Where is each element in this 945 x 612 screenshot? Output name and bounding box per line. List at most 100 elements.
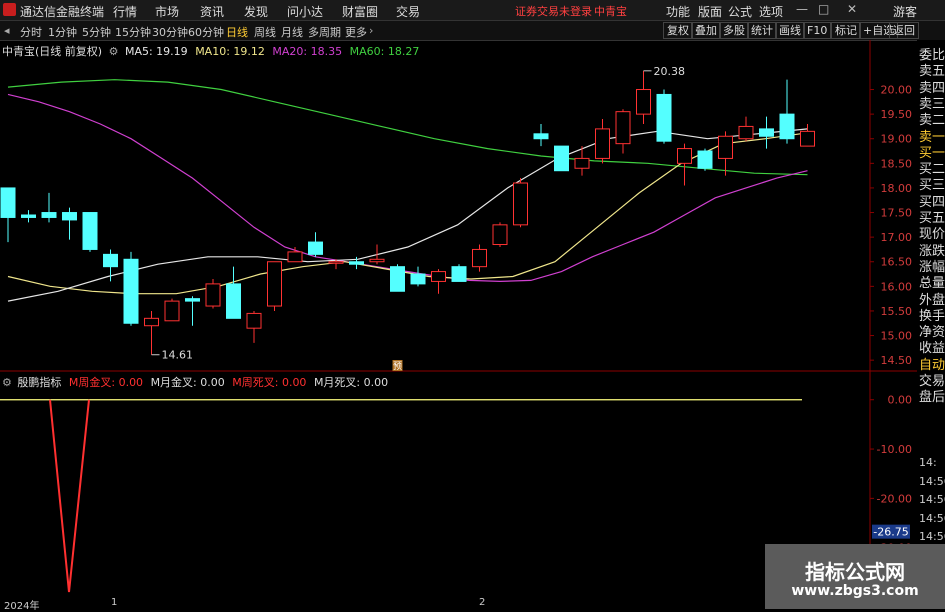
candle-body <box>800 130 815 147</box>
period-5min[interactable]: 5分钟 <box>82 24 111 40</box>
price-tick-label: 20.00 <box>881 84 913 97</box>
btn-mark[interactable]: 标记 <box>831 22 861 39</box>
menu-ask[interactable]: 问小达 <box>287 3 323 20</box>
candle-body <box>554 145 569 172</box>
indicator-name[interactable]: 殷鹏指标 <box>17 376 61 389</box>
price-tick-label: 19.00 <box>881 133 913 146</box>
login-notice[interactable]: 证券交易未登录 <box>515 3 592 19</box>
period-weekly[interactable]: 周线 <box>254 24 276 40</box>
ma20-line <box>7 93 808 283</box>
quote-side-panel: 委比 卖五 卖四 卖三 卖二 卖一 买一 买二 买三 买四 买五 现价 涨跌 涨幅 总量 外盘 换手 净资 收益 自动… <box>917 40 945 609</box>
period-1min[interactable]: 1分钟 <box>48 24 77 40</box>
chart-title: 中青宝(日线 前复权) <box>2 45 103 58</box>
candle-body <box>677 148 692 164</box>
menu-options[interactable]: 选项 <box>759 3 783 20</box>
indicator-settings-icon[interactable]: ⚙ <box>2 376 12 389</box>
candle-body <box>82 212 98 250</box>
more-chevron-icon[interactable]: › <box>369 24 373 37</box>
btn-f10[interactable]: F10 <box>803 22 832 39</box>
price-tick-label: 17.50 <box>881 207 913 220</box>
app-title: 通达信金融终端 <box>20 5 105 19</box>
period-15min[interactable]: 15分钟 <box>115 24 151 40</box>
ma10-value: MA10: 19.12 <box>195 45 265 58</box>
menu-layout[interactable]: 版面 <box>698 3 722 20</box>
candle-body <box>226 283 241 319</box>
candle-body <box>103 253 118 268</box>
menu-discover[interactable]: 发现 <box>244 3 268 20</box>
candle-body <box>41 212 57 218</box>
period-60min[interactable]: 60分钟 <box>188 24 224 40</box>
candle-body <box>533 133 549 140</box>
candle-body <box>246 312 262 329</box>
btn-adjust[interactable]: 复权 <box>663 22 693 39</box>
candle-body <box>513 182 528 226</box>
trade-time: 14:56 <box>919 530 945 543</box>
price-tick-label: 16.50 <box>881 256 913 269</box>
btn-overlay[interactable]: 叠加 <box>691 22 721 39</box>
candle-body <box>451 266 467 282</box>
candle-body <box>595 128 610 159</box>
trade-time: 14:56 <box>919 493 945 506</box>
candle-body <box>123 258 139 324</box>
candle-body <box>205 283 221 307</box>
price-tick-label: 14.50 <box>881 354 913 367</box>
btn-return[interactable]: 返回 <box>889 22 919 39</box>
price-tick-label: 18.50 <box>881 157 913 170</box>
candle-body <box>21 214 36 218</box>
settings-gear-icon[interactable]: ⚙ <box>109 45 119 58</box>
app-logo-icon <box>3 3 16 16</box>
menu-formula[interactable]: 公式 <box>728 3 752 20</box>
price-tick-label: 15.50 <box>881 305 913 318</box>
indicator-item: M周死叉: 0.00 <box>232 376 307 389</box>
guest-user[interactable]: 游客 <box>893 3 917 20</box>
candle-body <box>144 317 159 327</box>
candle-body <box>656 93 672 142</box>
btn-draw[interactable]: 画线 <box>775 22 805 39</box>
kline-chart[interactable]: 14.50 15.00 15.50 16.00 16.50 17.00 17.50 18.00… <box>0 40 917 597</box>
period-monthly[interactable]: 月线 <box>281 24 303 40</box>
candle-body <box>267 261 282 307</box>
menu-wealth[interactable]: 财富圈 <box>342 3 378 20</box>
btn-multistock[interactable]: 多股 <box>719 22 749 39</box>
period-more[interactable]: 更多 <box>345 24 367 40</box>
period-toolbar: ◂ 分时 1分钟 5分钟 15分钟 30分钟 60分钟 日线 周线 月线 多周期… <box>0 21 945 41</box>
candle-body <box>328 261 344 264</box>
menu-news[interactable]: 资讯 <box>200 3 224 20</box>
indicator-item: M月死叉: 0.00 <box>313 376 389 389</box>
menu-quotes[interactable]: 行情 <box>113 3 137 20</box>
price-tick-label: 16.00 <box>881 280 913 293</box>
period-tick[interactable]: 分时 <box>20 24 42 40</box>
ma5-value: MA5: 19.19 <box>124 45 188 58</box>
watermark-title: 指标公式网 <box>805 560 905 584</box>
quote-label[interactable]: 盘后 <box>919 386 945 405</box>
ind-tick-label: 0.00 <box>888 394 913 407</box>
ind-tick-label: -10.00 <box>877 443 912 456</box>
low-label: 14.61 <box>162 349 194 362</box>
candle-body <box>738 125 754 140</box>
menu-trade[interactable]: 交易 <box>396 3 420 20</box>
menu-function[interactable]: 功能 <box>666 3 690 20</box>
btn-stats[interactable]: 统计 <box>747 22 777 39</box>
candle-body <box>164 300 180 322</box>
period-multi[interactable]: 多周期 <box>308 24 341 40</box>
candle-body <box>62 212 77 221</box>
maximize-icon[interactable]: □ <box>818 2 829 16</box>
candle-body <box>636 89 651 115</box>
menu-market[interactable]: 市场 <box>155 3 179 20</box>
candle-body <box>369 258 385 263</box>
watermark-url: www.zbgs3.com <box>791 583 919 599</box>
indicator-item: M月金叉: 0.00 <box>150 376 225 389</box>
close-icon[interactable]: ✕ <box>847 2 857 16</box>
candle-body <box>308 241 323 255</box>
period-daily[interactable]: 日线 <box>226 24 248 40</box>
candle-body <box>390 266 405 292</box>
candle-body <box>492 224 508 246</box>
period-30min[interactable]: 30分钟 <box>152 24 188 40</box>
signal-spike <box>49 399 90 593</box>
candle-body <box>574 157 590 169</box>
toolbar-back-icon[interactable]: ◂ <box>4 24 10 37</box>
candle-body <box>759 128 774 137</box>
minimize-icon[interactable]: — <box>796 2 808 16</box>
trade-time: 14: <box>919 456 937 469</box>
price-tick-label: 15.00 <box>881 330 913 343</box>
